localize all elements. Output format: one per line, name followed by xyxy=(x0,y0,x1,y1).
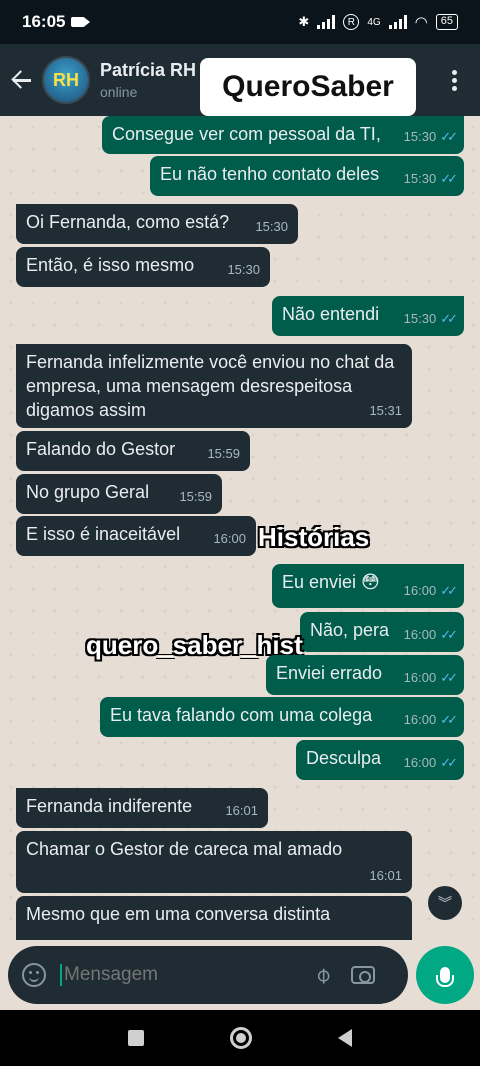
read-ticks-icon: ✓✓ xyxy=(440,712,458,727)
message-bubble[interactable]: Fernanda indiferente 16:01 xyxy=(16,788,268,828)
watermark-historias: Histórias xyxy=(258,522,370,552)
read-ticks-icon: ✓✓ xyxy=(440,129,458,144)
camera-icon[interactable] xyxy=(351,966,376,984)
brand-watermark: QueroSaber xyxy=(200,58,416,116)
read-ticks-icon: ✓✓ xyxy=(440,583,458,598)
video-recording-icon xyxy=(71,17,91,27)
read-ticks-icon: ✓✓ xyxy=(440,311,458,326)
chat-area[interactable]: Consegue ver com pessoal da TI, 15:30 ✓✓ … xyxy=(0,116,480,940)
back-icon[interactable] xyxy=(338,1029,352,1047)
status-bar: 16:05 ✱ R 4G ◠ 65 xyxy=(0,0,480,44)
status-icons: ✱ R 4G ◠ 65 xyxy=(298,13,458,31)
read-ticks-icon: ✓✓ xyxy=(440,171,458,186)
emoji-icon[interactable] xyxy=(22,963,46,987)
message-bubble[interactable]: E isso é inaceitável 16:00 xyxy=(16,516,256,556)
message-bubble[interactable]: Fernanda infelizmente você enviou no cha… xyxy=(16,344,412,428)
mic-icon xyxy=(436,967,454,987)
read-ticks-icon: ✓✓ xyxy=(440,670,458,685)
message-bubble[interactable]: Falando do Gestor 15:59 xyxy=(16,431,250,471)
arrow-left-icon[interactable] xyxy=(10,67,36,93)
signal-icon xyxy=(317,15,336,29)
bluetooth-icon: ✱ xyxy=(298,14,310,29)
registered-icon: R xyxy=(343,14,360,30)
message-bubble[interactable]: Consegue ver com pessoal da TI, 15:30 ✓✓ xyxy=(102,116,464,154)
wifi-icon: ◠ xyxy=(414,14,428,31)
message-bubble[interactable]: Não, pera 16:00 ✓✓ xyxy=(300,612,464,652)
message-input-container: ⌀ xyxy=(8,946,408,1004)
paperclip-icon[interactable]: ⌀ xyxy=(309,961,337,989)
avatar[interactable]: RH xyxy=(42,56,90,104)
message-bubble[interactable]: Eu não tenho contato deles 15:30 ✓✓ xyxy=(150,156,464,196)
battery-icon: 65 xyxy=(435,14,458,30)
message-bubble[interactable]: Oi Fernanda, como está? 15:30 xyxy=(16,204,298,244)
message-bubble[interactable]: Mesmo que em uma conversa distinta xyxy=(16,896,412,940)
message-bubble[interactable]: Eu enviei 😳 16:00 ✓✓ xyxy=(272,564,464,608)
contact-info[interactable]: Patrícia RH online xyxy=(100,60,196,100)
message-input[interactable] xyxy=(60,964,300,986)
composer: ⌀ xyxy=(0,940,480,1010)
message-bubble[interactable]: Não entendi 15:30 ✓✓ xyxy=(272,296,464,336)
message-bubble[interactable]: Desculpa 16:00 ✓✓ xyxy=(296,740,464,780)
message-bubble[interactable]: Então, é isso mesmo 15:30 xyxy=(16,247,270,287)
recents-icon[interactable] xyxy=(128,1030,144,1046)
message-bubble[interactable]: Chamar o Gestor de careca mal amado 16:0… xyxy=(16,831,412,893)
contact-status: online xyxy=(100,84,138,100)
signal-icon-2 xyxy=(388,15,407,29)
clock: 16:05 xyxy=(22,12,66,31)
network-type: 4G xyxy=(367,16,381,28)
home-icon[interactable] xyxy=(230,1027,252,1049)
message-bubble[interactable]: Eu tava falando com uma colega 16:00 ✓✓ xyxy=(100,697,464,737)
system-nav-bar xyxy=(0,1010,480,1066)
chevron-double-down-icon[interactable]: ︾ xyxy=(428,886,462,920)
message-bubble[interactable]: Enviei errado 16:00 ✓✓ xyxy=(266,655,464,695)
contact-name: Patrícia RH xyxy=(100,60,197,80)
mic-button[interactable] xyxy=(416,946,474,1004)
read-ticks-icon: ✓✓ xyxy=(440,627,458,642)
message-bubble[interactable]: No grupo Geral 15:59 xyxy=(16,474,222,514)
more-vertical-icon[interactable] xyxy=(452,70,458,92)
read-ticks-icon: ✓✓ xyxy=(440,755,458,770)
